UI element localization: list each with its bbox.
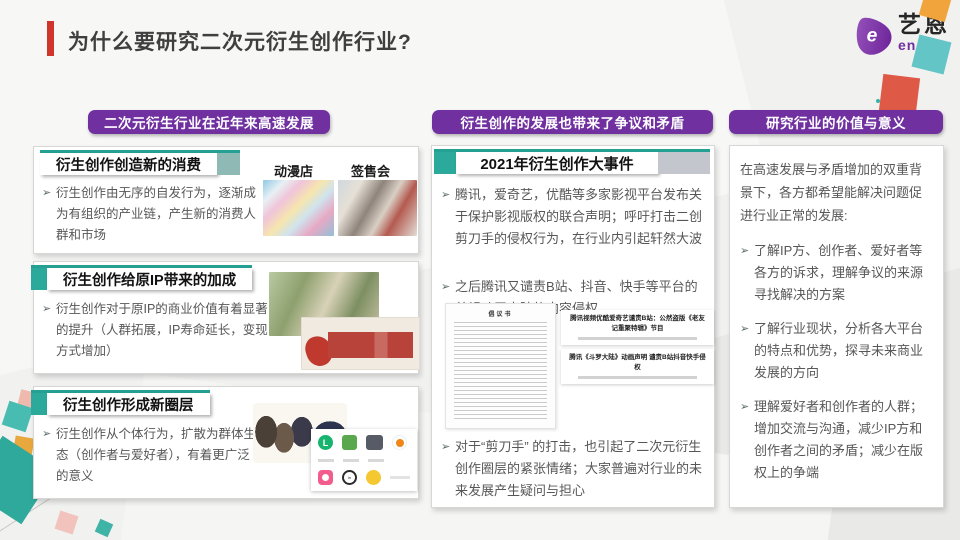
news-headline-card: 腾讯《斗罗大陆》动画声明 谴责B站抖音快手侵权 <box>561 349 714 384</box>
card-title: 2021年衍生创作大事件 <box>456 152 658 174</box>
bullet-item: ➢ 理解爱好者和创作者的人群；增加交流与沟通，减少IP方和创作者之间的矛盾；减少… <box>740 396 934 484</box>
signing-event-photo <box>338 180 417 236</box>
merchandise-photo <box>301 317 420 370</box>
bullet-marker: ➢ <box>740 401 750 413</box>
card-title: 衍生创作给原IP带来的加成 <box>47 268 253 290</box>
card-title: 衍生创作创造新的消费 <box>40 153 217 175</box>
card-title-bar: 2021年衍生创作大事件 <box>434 149 710 174</box>
bullet-marker: ➢ <box>740 245 750 257</box>
bullet-item: ➢ 腾讯，爱奇艺，优酷等多家影视平台发布关于保护影视版权的联合声明；呼吁打击二创… <box>441 184 707 250</box>
svg-text:e: e <box>867 25 878 46</box>
card-2021-events: 2021年衍生创作大事件 ➢ 腾讯，爱奇艺，优酷等多家影视平台发布关于保护影视版… <box>431 145 715 508</box>
app-icon-row: in <box>318 470 410 485</box>
bullet-item: ➢ 衍生创作对于原IP的商业价值有着显著的提升（人群拓展，IP寿命延长，变现方式… <box>42 299 268 362</box>
title-accent-square <box>434 152 456 174</box>
bullet-text: 了解IP方、创作者、爱好者等各方的诉求，理解争议的来源寻找解决的方案 <box>754 243 924 302</box>
title-gray-tail <box>658 152 710 174</box>
bullet-marker: ➢ <box>441 441 451 453</box>
title-accent-square <box>31 268 47 290</box>
bullet-text: 理解爱好者和创作者的人群；增加交流与沟通，减少IP方和创作者之间的矛盾；减少在版… <box>754 399 924 480</box>
bullet-marker: ➢ <box>740 323 750 335</box>
bullet-marker: ➢ <box>42 187 52 199</box>
card-title-bar: 衍生创作给原IP带来的加成 <box>31 265 253 290</box>
bullet-marker: ➢ <box>42 303 52 315</box>
inner-app-icon: in <box>342 470 357 485</box>
title-accent-bar <box>47 21 54 56</box>
logo-pick-icon: e <box>856 17 892 55</box>
card-new-circles: 衍生创作形成新圈层 ➢ 衍生创作从个体行为，扩散为群体生态（创作者与爱好者），有… <box>31 386 419 499</box>
bullet-item: ➢ 衍生创作从个体行为，扩散为群体生态（创作者与爱好者），有着更广泛的意义 <box>42 424 258 487</box>
merch-red-banner <box>328 332 413 358</box>
bullet-item: ➢ 衍生创作由无序的自发行为，逐渐成为有组织的产业链，产生新的消费人群和市场 <box>42 183 258 246</box>
title-accent-square <box>217 153 240 175</box>
proposal-letter-screenshot: 倡议书 <box>445 303 556 429</box>
app-caption <box>390 476 410 479</box>
bullet-text: 衍生创作从个体行为，扩散为群体生态（创作者与爱好者），有着更广泛的意义 <box>56 427 257 483</box>
bullet-item: ➢ 对于“剪刀手” 的打击，也引起了二次元衍生创作圈层的紧张情绪；大家普遍对行业… <box>441 436 707 502</box>
proposal-letter-title: 倡议书 <box>488 312 513 318</box>
news-headline: 腾讯《斗罗大陆》动画声明 谴责B站抖音快手侵权 <box>569 354 706 371</box>
app-caption <box>368 458 384 462</box>
app-icon-row: L <box>318 435 410 450</box>
card-new-consumption: 衍生创作创造新的消费 ➢ 衍生创作由无序的自发行为，逐渐成为有组织的产业链，产生… <box>33 146 419 254</box>
bullet-item: ➢ 了解IP方、创作者、爱好者等各方的诉求，理解争议的来源寻找解决的方案 <box>740 240 934 306</box>
community-apps-panel: L in <box>311 429 417 491</box>
card-title: 衍生创作形成新圈层 <box>47 393 210 415</box>
bullet-marker: ➢ <box>441 189 451 201</box>
app-caption-row <box>318 458 410 462</box>
photo-label-anime-store: 动漫店 <box>274 164 314 179</box>
bullet-text: 衍生创作对于原IP的商业价值有着显著的提升（人群拓展，IP寿命延长，变现方式增加… <box>56 302 268 358</box>
bullet-text: 对于“剪刀手” 的打击，也引起了二次元衍生创作圈层的紧张情绪；大家普遍对行业的未… <box>455 439 703 498</box>
yellow-app-icon <box>366 470 381 485</box>
page-title: 为什么要研究二次元衍生创作行业? <box>68 31 412 54</box>
research-value-body: 在高速发展与矛盾增加的双重背景下，各方都希望能解决问题促进行业正常的发展: ➢ … <box>740 158 934 496</box>
section-header-value: 研究行业的价值与意义 <box>729 110 943 134</box>
green-app-icon <box>342 435 357 450</box>
proposal-letter-body-lines <box>454 322 547 422</box>
news-headline-card: 腾讯视频优酷爱奇艺谴责B站：公然盗版《老友记重聚特辑》节目 <box>561 310 714 345</box>
bullet-text: 衍生创作由无序的自发行为，逐渐成为有组织的产业链，产生新的消费人群和市场 <box>56 186 257 242</box>
card-title-bar: 衍生创作创造新的消费 <box>40 150 240 175</box>
news-headline: 腾讯视频优酷爱奇艺谴责B站：公然盗版《老友记重聚特辑》节目 <box>570 315 705 332</box>
anime-store-photo <box>263 180 334 236</box>
news-meta-line <box>578 336 697 340</box>
app-caption <box>343 458 359 462</box>
decor-square-teal <box>94 518 114 538</box>
bullet-text: 了解行业现状，分析各大平台的特点和优势，探寻未来商业发展的方向 <box>754 321 924 380</box>
bullet-text: 腾讯，爱奇艺，优酷等多家影视平台发布关于保护影视版权的联合声明；呼吁打击二创剪刀… <box>455 187 703 246</box>
section-header-controversy: 衍生创作的发展也带来了争议和矛盾 <box>432 110 713 134</box>
section-header-growth: 二次元衍生行业在近年来高速发展 <box>88 110 330 134</box>
lofter-app-icon: L <box>318 435 333 450</box>
decor-square-red <box>878 73 921 116</box>
bullet-marker: ➢ <box>42 428 52 440</box>
decor-square-teal <box>911 34 952 75</box>
card-title-bar: 衍生创作形成新圈层 <box>31 390 210 415</box>
photo-label-signing-event: 签售会 <box>351 164 391 179</box>
dark-app-icon <box>366 435 383 450</box>
card-research-value: 在高速发展与矛盾增加的双重背景下，各方都希望能解决问题促进行业正常的发展: ➢ … <box>729 145 944 508</box>
bullet-item: ➢ 了解行业现状，分析各大平台的特点和优势，探寻未来商业发展的方向 <box>740 318 934 384</box>
title-accent-square <box>31 393 47 415</box>
orange-app-icon <box>392 435 407 450</box>
slide: 为什么要研究二次元衍生创作行业? e 艺恩 endata 二次元衍生行业在近年来… <box>0 0 960 540</box>
decor-square-pink <box>54 510 79 535</box>
pink-app-icon <box>318 470 333 485</box>
news-meta-line <box>578 375 697 379</box>
card-ip-boost: 衍生创作给原IP带来的加成 ➢ 衍生创作对于原IP的商业价值有着显著的提升（人群… <box>31 261 420 374</box>
app-caption <box>318 458 334 462</box>
intro-paragraph: 在高速发展与矛盾增加的双重背景下，各方都希望能解决问题促进行业正常的发展: <box>740 162 923 223</box>
